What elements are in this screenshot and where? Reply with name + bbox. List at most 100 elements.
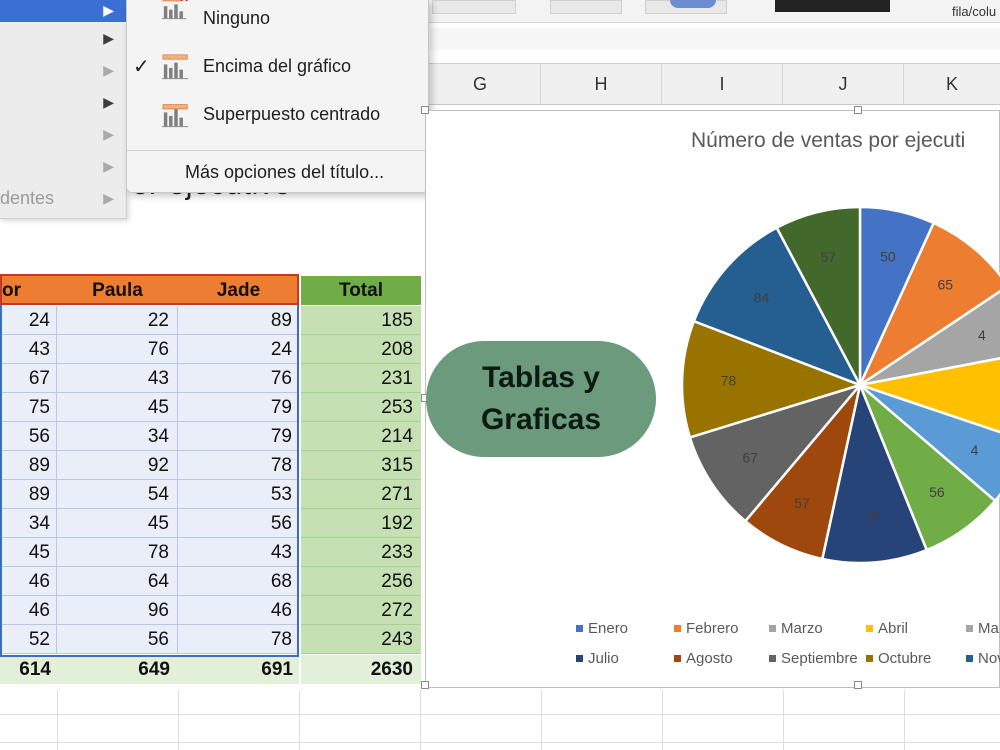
legend-swatch (769, 654, 776, 662)
table-row: 34 45 56 192 (0, 509, 421, 538)
table-cell[interactable]: 92 (57, 451, 178, 480)
table-cell[interactable]: 67 (0, 364, 57, 393)
table-cell[interactable]: 76 (57, 335, 178, 364)
table-cell[interactable]: 46 (0, 567, 57, 596)
header-cell[interactable]: Total (301, 276, 421, 305)
table-cell[interactable]: 68 (178, 567, 299, 596)
switch-row-column-label[interactable]: fila/colu (952, 4, 996, 19)
resize-handle[interactable] (854, 106, 862, 114)
data-label: 4 (971, 442, 979, 458)
data-label: 57 (820, 249, 836, 265)
table-cell[interactable]: 64 (57, 567, 178, 596)
table-cell[interactable]: 43 (57, 364, 178, 393)
table-cell[interactable]: 76 (178, 364, 299, 393)
total-cell[interactable]: 691 (178, 655, 299, 684)
total-cell[interactable]: 649 (57, 655, 178, 684)
column-header-i[interactable]: I (662, 64, 783, 104)
table-cell[interactable]: 253 (301, 393, 421, 422)
legend-entry[interactable]: Septiembre (769, 650, 858, 667)
total-cell[interactable]: 2630 (301, 655, 421, 684)
menu-item-encima[interactable]: ✓ Encima del gráfico (127, 48, 428, 88)
column-header-g[interactable]: G (420, 64, 541, 104)
table-cell[interactable]: 54 (57, 480, 178, 509)
grid-line (904, 690, 905, 750)
table-cell[interactable]: 24 (0, 306, 57, 335)
table-cell[interactable]: 214 (301, 422, 421, 451)
legend-entry[interactable]: Nov (966, 650, 1000, 667)
column-header-h[interactable]: H (541, 64, 662, 104)
pie-thumbnail[interactable] (670, 0, 716, 8)
table-cell[interactable]: 89 (178, 306, 299, 335)
column-header-k[interactable]: K (904, 64, 1000, 104)
dark-style-thumbnail[interactable] (775, 0, 890, 12)
header-cell[interactable]: or (0, 276, 57, 305)
submenu-arrow-icon[interactable]: ▶ (103, 30, 114, 47)
legend-swatch (576, 654, 583, 662)
table-cell[interactable]: 56 (0, 422, 57, 451)
legend-entry[interactable]: Ma (966, 620, 999, 637)
resize-handle[interactable] (421, 681, 429, 689)
table-cell[interactable]: 79 (178, 393, 299, 422)
legend-entry[interactable]: Abril (866, 620, 908, 637)
header-cell[interactable]: Paula (57, 276, 178, 305)
table-cell[interactable]: 56 (57, 625, 178, 654)
table-cell[interactable]: 75 (0, 393, 57, 422)
table-cell[interactable]: 271 (301, 480, 421, 509)
table-cell[interactable]: 46 (178, 596, 299, 625)
table-cell[interactable]: 89 (0, 480, 57, 509)
table-cell[interactable]: 192 (301, 509, 421, 538)
table-cell[interactable]: 89 (0, 451, 57, 480)
table-row: 46 64 68 256 (0, 567, 421, 596)
legend-entry[interactable]: Julio (576, 650, 619, 667)
legend-entry[interactable]: Octubre (866, 650, 931, 667)
menu-item-superpuesto[interactable]: Superpuesto centrado (127, 96, 428, 136)
menu-item-ninguno[interactable]: Ninguno (127, 0, 428, 40)
column-header-j[interactable]: J (783, 64, 904, 104)
table-cell[interactable]: 315 (301, 451, 421, 480)
table-cell[interactable]: 79 (178, 422, 299, 451)
table-cell[interactable]: 52 (0, 625, 57, 654)
table-cell[interactable]: 34 (0, 509, 57, 538)
title-overlay-icon (162, 104, 189, 128)
table-cell[interactable]: 45 (0, 538, 57, 567)
table-cell[interactable]: 43 (0, 335, 57, 364)
table-cell[interactable]: 45 (57, 393, 178, 422)
menu-item-label-partial: dentes (0, 188, 55, 208)
chart-style-thumbnail[interactable] (550, 0, 622, 14)
table-cell[interactable]: 243 (301, 625, 421, 654)
legend-entry[interactable]: Enero (576, 620, 628, 637)
menu-item-chart-title[interactable]: ▶ (0, 0, 126, 22)
legend-entry[interactable]: Febrero (674, 620, 739, 637)
legend-label: Julio (588, 650, 619, 667)
table-cell[interactable]: 53 (178, 480, 299, 509)
table-cell[interactable]: 22 (57, 306, 178, 335)
table-cell[interactable]: 256 (301, 567, 421, 596)
resize-handle[interactable] (854, 681, 862, 689)
legend-swatch (674, 624, 681, 632)
total-cell[interactable]: 614 (0, 655, 57, 684)
table-cell[interactable]: 24 (178, 335, 299, 364)
table-cell[interactable]: 233 (301, 538, 421, 567)
legend-entry[interactable]: Marzo (769, 620, 823, 637)
table-cell[interactable]: 43 (178, 538, 299, 567)
header-cell[interactable]: Jade (178, 276, 299, 305)
table-cell[interactable]: 45 (57, 509, 178, 538)
table-cell[interactable]: 272 (301, 596, 421, 625)
resize-handle[interactable] (421, 106, 429, 114)
table-cell[interactable]: 185 (301, 306, 421, 335)
table-cell[interactable]: 78 (178, 451, 299, 480)
table-cell[interactable]: 46 (0, 596, 57, 625)
badge-line: Tablas y (482, 361, 600, 394)
chart-style-thumbnail[interactable] (432, 0, 516, 14)
table-cell[interactable]: 78 (178, 625, 299, 654)
more-title-options[interactable]: Más opciones del título... (185, 162, 384, 183)
legend-entry[interactable]: Agosto (674, 650, 733, 667)
submenu-arrow-icon: ▶ (103, 62, 114, 78)
table-cell[interactable]: 96 (57, 596, 178, 625)
table-cell[interactable]: 208 (301, 335, 421, 364)
table-cell[interactable]: 231 (301, 364, 421, 393)
table-cell[interactable]: 34 (57, 422, 178, 451)
table-cell[interactable]: 56 (178, 509, 299, 538)
table-cell[interactable]: 78 (57, 538, 178, 567)
submenu-arrow-icon[interactable]: ▶ (103, 94, 114, 111)
